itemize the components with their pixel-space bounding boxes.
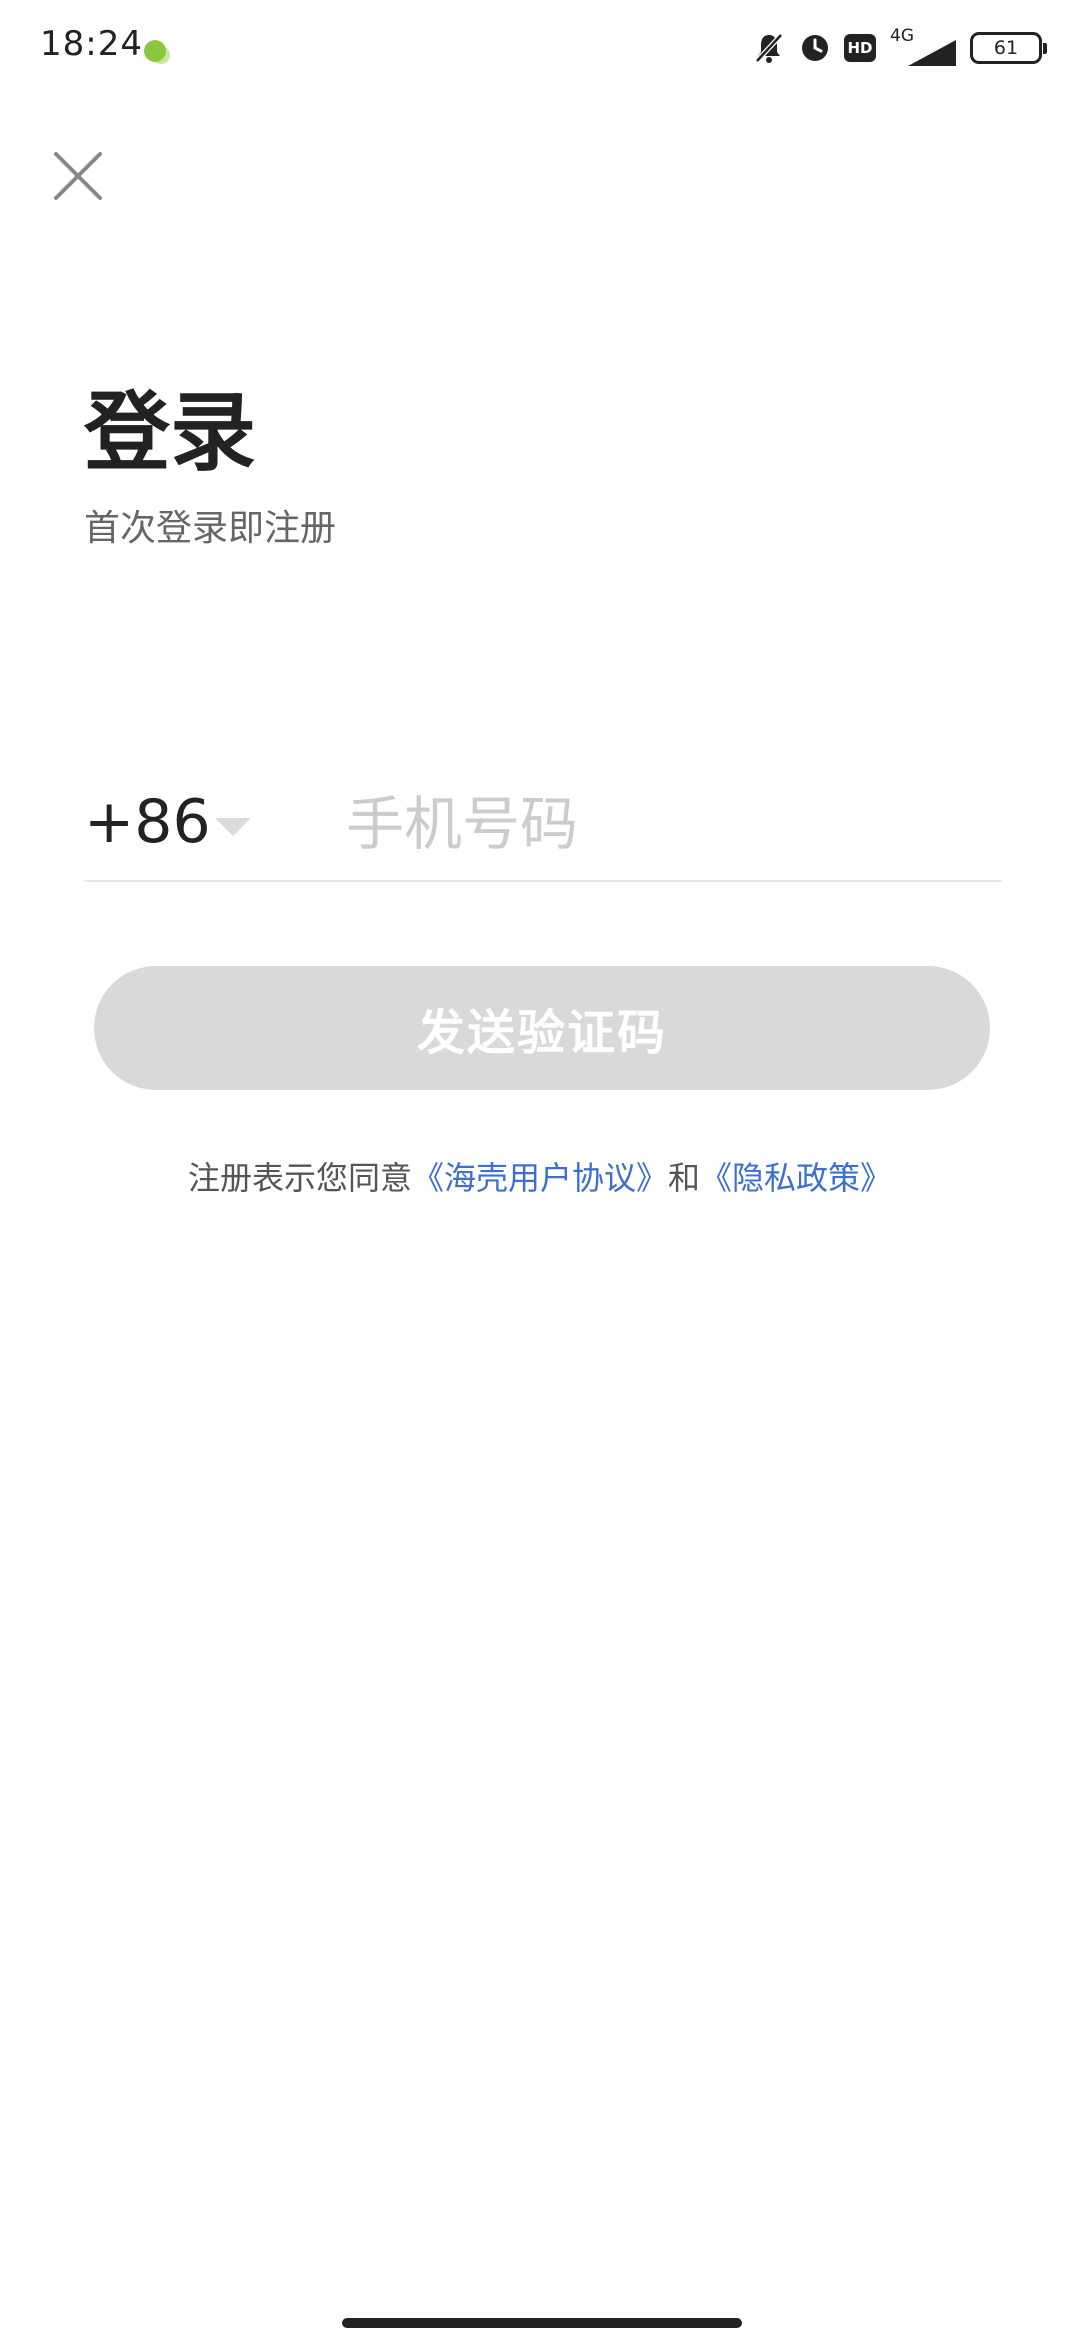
app-notification-icon <box>144 40 166 62</box>
privacy-policy-link[interactable]: 《隐私政策》 <box>700 1159 892 1197</box>
hd-icon: HD <box>844 34 876 62</box>
close-icon <box>54 152 102 200</box>
user-agreement-link[interactable]: 《海壳用户协议》 <box>412 1159 668 1197</box>
agreement-text: 注册表示您同意《海壳用户协议》和《隐私政策》 <box>0 1154 1080 1202</box>
battery-level: 61 <box>993 37 1019 59</box>
page-subtitle: 首次登录即注册 <box>84 508 337 549</box>
battery-icon: 61 <box>970 32 1047 64</box>
status-time: 18:24 <box>40 24 143 64</box>
status-bar: 18:24 HD 4G 61 <box>0 0 1080 96</box>
send-code-button[interactable]: 发送验证码 <box>94 966 990 1090</box>
mute-icon <box>755 33 783 63</box>
signal-icon: 4G <box>890 26 956 66</box>
status-icons: HD 4G 61 <box>752 26 1047 68</box>
chevron-down-icon <box>214 818 251 836</box>
agreement-conjunction: 和 <box>668 1159 701 1197</box>
country-code-selector[interactable]: +86 <box>84 782 251 862</box>
home-indicator[interactable] <box>342 2318 742 2328</box>
page-title: 登录 <box>84 383 256 483</box>
close-button[interactable] <box>50 148 106 204</box>
agreement-prefix: 注册表示您同意 <box>187 1159 412 1197</box>
phone-number-input[interactable] <box>346 784 996 864</box>
phone-input-row: +86 <box>84 770 1002 882</box>
country-code-label: +86 <box>84 787 211 857</box>
login-screen: 18:24 HD 4G 61 登录 首次登录即注册 +86 手机号码 发送验证码… <box>0 0 1080 2340</box>
alarm-icon <box>802 35 828 61</box>
